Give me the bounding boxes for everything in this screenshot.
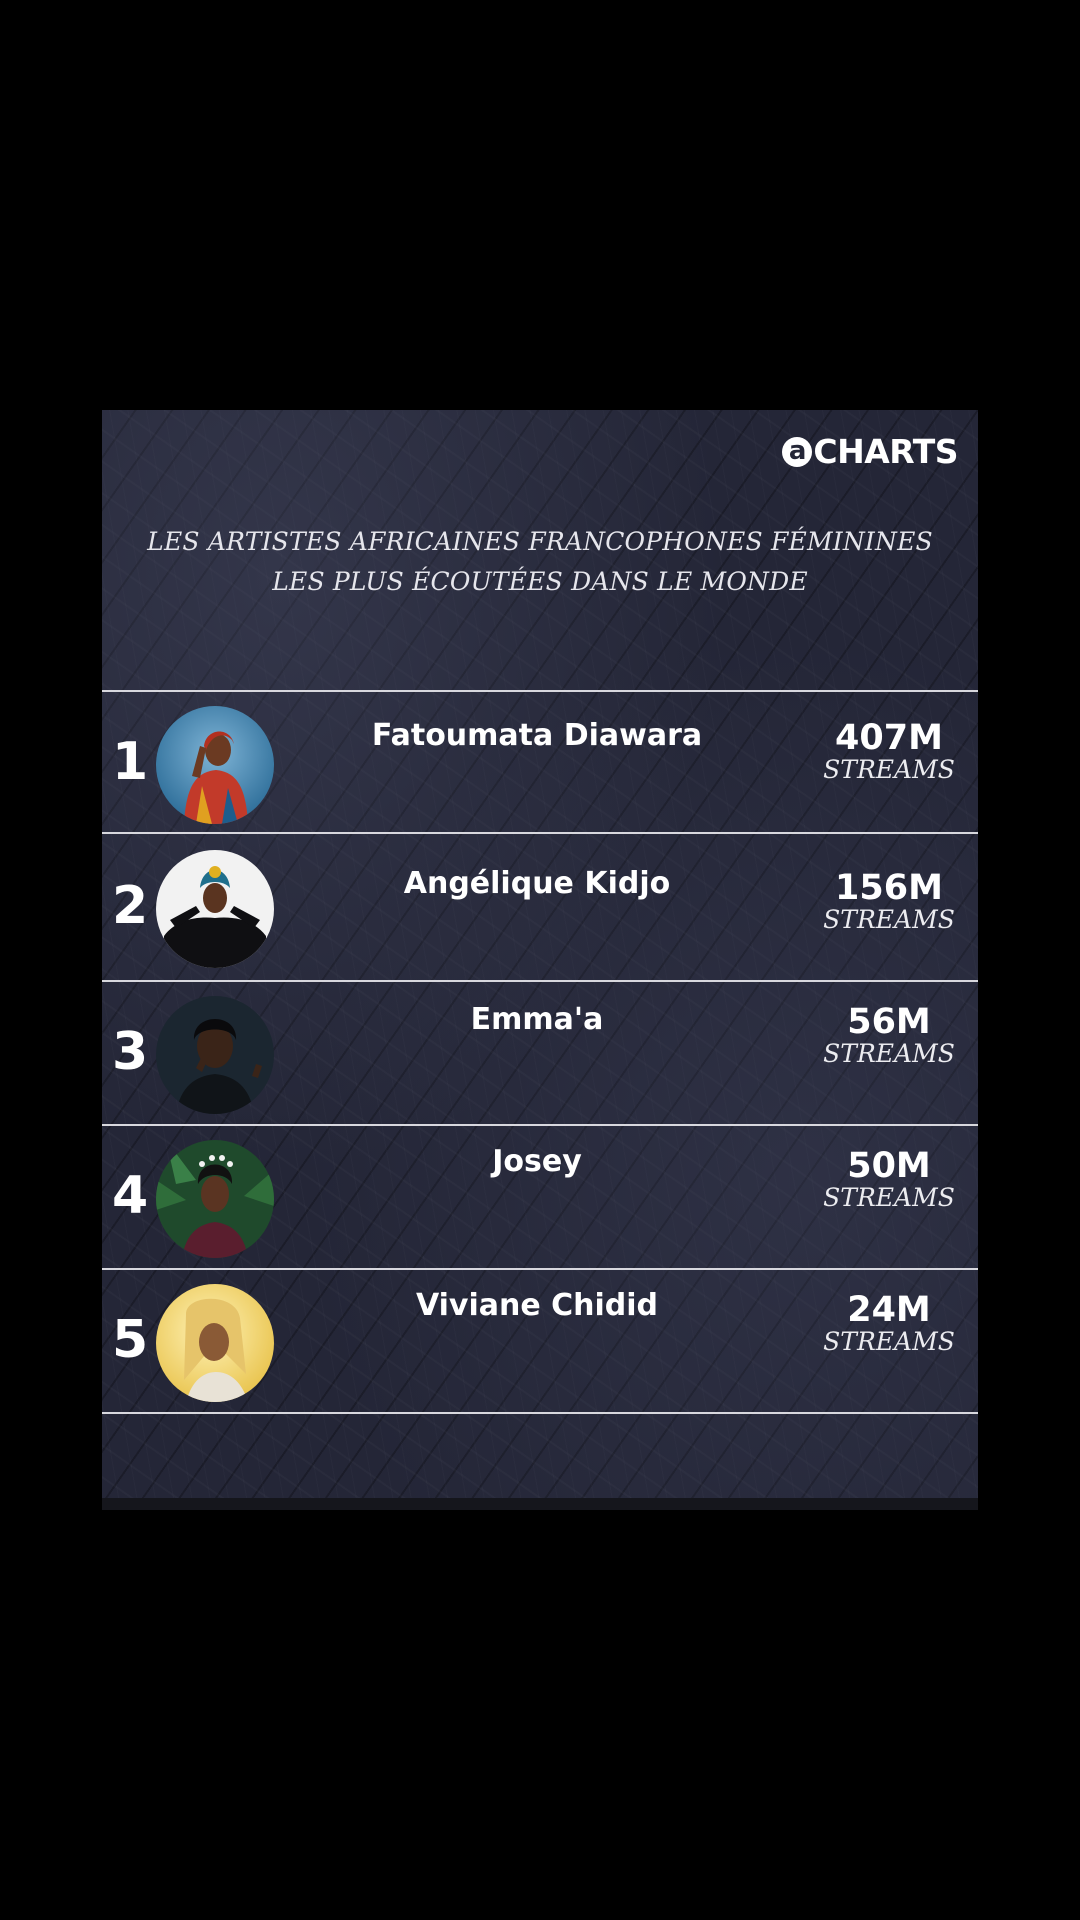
divider	[102, 832, 978, 834]
artist-photo-icon	[156, 850, 274, 968]
ranking-row: 3 Emma'a 56M STREAMS	[102, 982, 978, 1122]
divider	[102, 1412, 978, 1414]
stream-count-value: 156M	[835, 868, 943, 908]
stream-count-unit: STREAMS	[823, 1327, 955, 1356]
stream-count-unit: STREAMS	[823, 905, 955, 934]
artist-photo-icon	[156, 706, 274, 824]
stream-count-unit: STREAMS	[823, 1183, 955, 1212]
headline-line-2: LES PLUS ÉCOUTÉES DANS LE MONDE	[272, 567, 808, 596]
artist-name: Angélique Kidjo	[403, 866, 671, 901]
rank-number: 4	[112, 1166, 149, 1226]
stream-count: 24M STREAMS	[814, 1292, 964, 1356]
screen: a CHARTS LES ARTISTES AFRICAINES FRANCOP…	[0, 0, 1080, 1920]
chart-headline: LES ARTISTES AFRICAINES FRANCOPHONES FÉM…	[102, 522, 978, 602]
artist-photo-icon	[156, 1284, 274, 1402]
artist-name: Josey	[492, 1144, 582, 1179]
ranking-row: 4 Josey 50M STREAMS	[102, 1126, 978, 1266]
stream-count-value: 56M	[847, 1002, 931, 1042]
artist-photo-icon	[156, 1140, 274, 1258]
ranking-row: 1 Fatoumata Diawara 407M STREAMS	[102, 692, 978, 832]
rank-number: 2	[112, 876, 149, 936]
artist-name: Viviane Chidid	[415, 1288, 659, 1323]
ranking-card: a CHARTS LES ARTISTES AFRICAINES FRANCOP…	[102, 410, 978, 1510]
rank-number: 3	[112, 1022, 149, 1082]
stream-count-value: 407M	[835, 718, 943, 758]
stream-count: 56M STREAMS	[814, 1004, 964, 1068]
rank-number: 5	[112, 1310, 149, 1370]
stream-count-value: 24M	[847, 1290, 931, 1330]
acharts-logo-text: CHARTS	[813, 432, 958, 471]
stream-count: 156M STREAMS	[814, 870, 964, 934]
stream-count: 50M STREAMS	[814, 1148, 964, 1212]
acharts-logo-mark: a	[782, 436, 813, 467]
ranking-row: 5 Viviane Chidid 24M STREAMS	[102, 1270, 978, 1410]
stream-count-value: 50M	[847, 1146, 931, 1186]
stream-count-unit: STREAMS	[823, 755, 955, 784]
artist-name: Emma'a	[470, 1002, 604, 1037]
rank-number: 1	[112, 732, 149, 792]
stream-count: 407M STREAMS	[814, 720, 964, 784]
ranking-row: 2 Angélique Kidjo 156M STREAMS	[102, 836, 978, 976]
artist-name: Fatoumata Diawara	[371, 718, 703, 753]
stream-count-unit: STREAMS	[823, 1039, 955, 1068]
acharts-logo: a CHARTS	[782, 432, 958, 471]
artist-photo-icon	[156, 996, 274, 1114]
headline-line-1: LES ARTISTES AFRICAINES FRANCOPHONES FÉM…	[147, 527, 933, 556]
